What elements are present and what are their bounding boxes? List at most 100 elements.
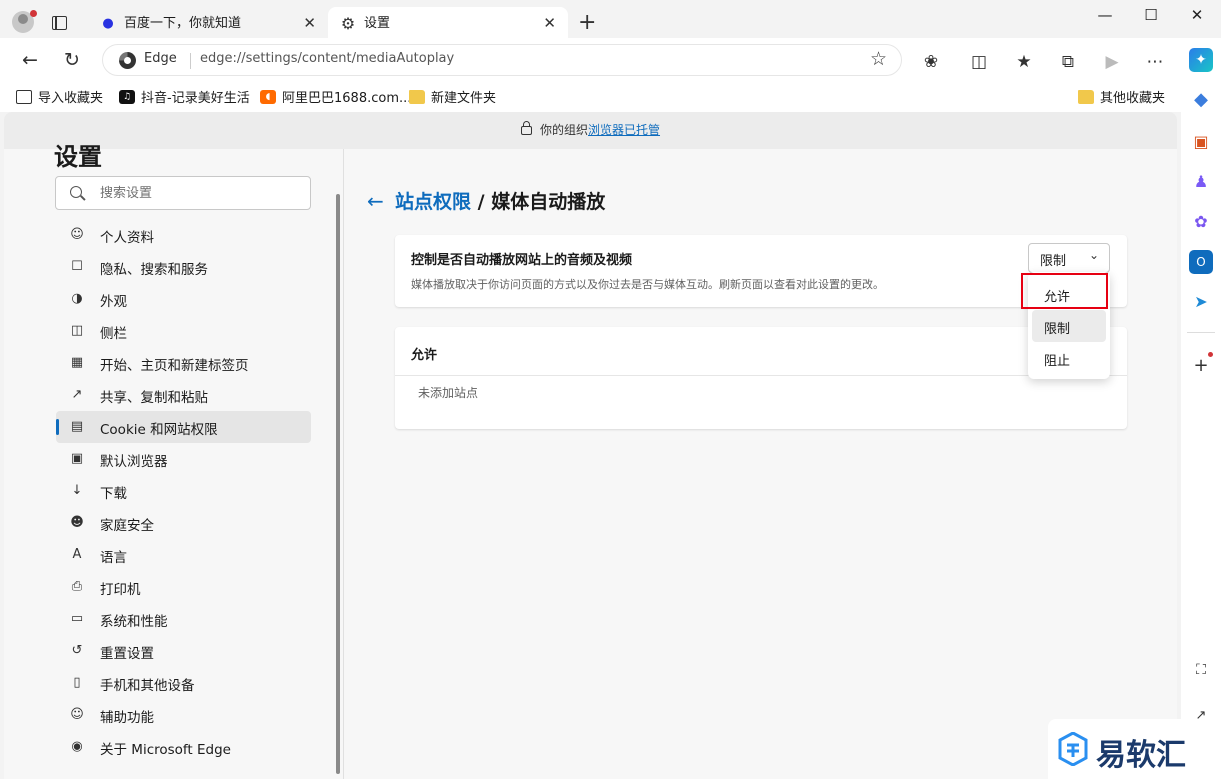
back-arrow-icon[interactable]: ← — [367, 189, 384, 213]
page-title: 媒体自动播放 — [491, 191, 606, 213]
divider — [395, 375, 1127, 376]
settings-title: 设置 — [54, 143, 102, 171]
favorites-icon[interactable]: ★ — [1012, 50, 1036, 74]
maximize-button[interactable]: ☐ — [1128, 4, 1174, 26]
add-icon[interactable]: + — [1189, 354, 1213, 378]
search-icon — [70, 186, 82, 198]
chevron-down-icon: ⌄ — [1088, 248, 1099, 262]
copilot-icon[interactable]: ✦ — [1189, 48, 1213, 72]
nav-item-privacy[interactable]: ☐ 隐私、搜索和服务 — [56, 251, 311, 283]
language-icon: A — [72, 547, 82, 562]
nav-item-start-home[interactable]: ▦ 开始、主页和新建标签页 — [56, 347, 311, 379]
nav-item-label: 外观 — [100, 294, 127, 310]
breadcrumb-parent-link[interactable]: 站点权限 — [395, 191, 471, 213]
watermark-logo-icon — [1058, 732, 1088, 766]
close-window-button[interactable]: ✕ — [1174, 4, 1220, 26]
managed-link[interactable]: 浏览器已托管 — [588, 123, 660, 137]
m365-icon[interactable]: ✿ — [1189, 210, 1213, 234]
more-icon[interactable]: ⋯ — [1143, 50, 1167, 74]
option-block[interactable]: 阻止 — [1032, 342, 1106, 374]
split-screen-icon[interactable]: ◫ — [967, 50, 991, 74]
edge-sidebar: ✦ ◆ ▣ ♟ ✿ O ➤ + ⛶ ↗ — [1181, 38, 1221, 779]
favorite-label: 导入收藏夹 — [38, 91, 104, 106]
close-icon[interactable]: ✕ — [303, 7, 316, 40]
lock-icon: ☐ — [71, 259, 83, 274]
search-input[interactable] — [100, 183, 300, 203]
favorite-new-folder[interactable]: 新建文件夹 — [409, 87, 496, 106]
folder-icon — [1078, 89, 1094, 104]
nav-item-appearance[interactable]: ◑ 外观 — [56, 283, 311, 315]
send-icon[interactable]: ➤ — [1189, 290, 1213, 314]
outlook-icon[interactable]: O — [1189, 250, 1213, 274]
new-tab-button[interactable]: + — [578, 8, 596, 38]
scrollbar-thumb[interactable] — [336, 194, 340, 774]
collections-icon[interactable]: ⧉ — [1056, 50, 1080, 74]
watermark-text: 易软汇 — [1096, 738, 1186, 773]
favorite-star-icon[interactable]: ☆ — [870, 48, 887, 70]
nav-item-reset[interactable]: ↺ 重置设置 — [56, 635, 311, 667]
nav-item-system-performance[interactable]: ▭ 系统和性能 — [56, 603, 311, 635]
nav-item-downloads[interactable]: ↓ 下载 — [56, 475, 311, 507]
share-icon: ↗ — [71, 387, 83, 402]
option-limit[interactable]: 限制 — [1032, 310, 1106, 342]
favorite-other[interactable]: 其他收藏夹 — [1078, 87, 1165, 106]
autoplay-select[interactable]: 限制 ⌄ — [1028, 243, 1110, 273]
copilot-page-icon[interactable]: ▶ — [1100, 50, 1124, 74]
nav-item-label: 个人资料 — [100, 230, 154, 246]
url-text[interactable]: edge://settings/content/mediaAutoplay — [200, 51, 454, 66]
tab-actions-icon[interactable] — [52, 16, 67, 30]
nav-item-label: 关于 Microsoft Edge — [100, 742, 231, 758]
tag-icon[interactable]: ◆ — [1189, 88, 1213, 112]
nav-item-label: 下载 — [100, 486, 127, 502]
nav-item-label: 重置设置 — [100, 646, 154, 662]
setting-description: 媒体播放取决于你访问页面的方式以及你过去是否与媒体互动。刷新页面以查看对此设置的… — [411, 278, 884, 291]
watermark: 易软汇 — [1048, 719, 1221, 779]
nav-item-label: 辅助功能 — [100, 710, 154, 726]
minimize-button[interactable]: — — [1082, 4, 1128, 26]
nav-item-profiles[interactable]: ☺ 个人资料 — [56, 219, 311, 251]
select-value: 限制 — [1040, 254, 1067, 269]
nav-item-phone-devices[interactable]: ▯ 手机和其他设备 — [56, 667, 311, 699]
favorite-douyin[interactable]: ♫ 抖音-记录美好生活 — [119, 87, 250, 106]
scrollbar[interactable] — [336, 194, 340, 779]
search-box[interactable] — [55, 176, 311, 210]
toolbox-icon[interactable]: ▣ — [1189, 130, 1213, 154]
nav-item-about-edge[interactable]: ◉ 关于 Microsoft Edge — [56, 731, 311, 763]
nav-item-sidebar[interactable]: ◫ 侧栏 — [56, 315, 311, 347]
nav-item-label: 语言 — [100, 550, 127, 566]
cookie-icon: ▤ — [70, 419, 84, 434]
nav-item-family-safety[interactable]: ☻ 家庭安全 — [56, 507, 311, 539]
nav-item-cookies-permissions[interactable]: ▤ Cookie 和网站权限 — [56, 411, 311, 443]
annotation-highlight-box — [1021, 273, 1108, 309]
nav-item-label: 共享、复制和粘贴 — [100, 390, 208, 406]
nav-item-languages[interactable]: A 语言 — [56, 539, 311, 571]
close-icon[interactable]: ✕ — [543, 7, 556, 40]
profile-icon: ☺ — [70, 227, 84, 242]
tiktok-icon: ♫ — [119, 89, 135, 104]
address-bar[interactable]: Edge edge://settings/content/mediaAutopl… — [102, 44, 902, 76]
home-icon: ▦ — [70, 355, 84, 370]
favorite-import[interactable]: 导入收藏夹 — [16, 87, 103, 106]
nav-item-default-browser[interactable]: ▣ 默认浏览器 — [56, 443, 311, 475]
gear-icon: ⚙ — [340, 14, 356, 33]
nav-item-accessibility[interactable]: ☺ 辅助功能 — [56, 699, 311, 731]
nav-item-label: 打印机 — [100, 582, 141, 598]
back-arrow-icon[interactable]: ← — [16, 46, 44, 74]
nav-item-share-copy[interactable]: ↗ 共享、复制和粘贴 — [56, 379, 311, 411]
alibaba-icon: ◖ — [260, 89, 276, 104]
laptop-icon: ▭ — [70, 611, 84, 626]
briefcase-icon — [520, 121, 532, 135]
favorite-alibaba[interactable]: ◖ 阿里巴巴1688.com... — [260, 87, 411, 106]
notification-dot — [1208, 352, 1213, 357]
setting-title: 控制是否自动播放网站上的音频及视频 — [411, 253, 633, 268]
breadcrumb-separator: / — [471, 191, 492, 213]
screenshot-icon[interactable]: ⛶ — [1189, 658, 1213, 682]
refresh-icon[interactable]: ↻ — [58, 46, 86, 74]
sidebar-icon: ◫ — [70, 323, 84, 338]
nav-item-printers[interactable]: ⎙ 打印机 — [56, 571, 311, 603]
address-bar-row: ← ↻ Edge edge://settings/content/mediaAu… — [0, 38, 1221, 82]
games-icon[interactable]: ♟ — [1189, 170, 1213, 194]
edge-icon — [119, 52, 136, 69]
extensions-icon[interactable]: ❀ — [919, 50, 943, 74]
site-label: Edge — [144, 51, 177, 66]
